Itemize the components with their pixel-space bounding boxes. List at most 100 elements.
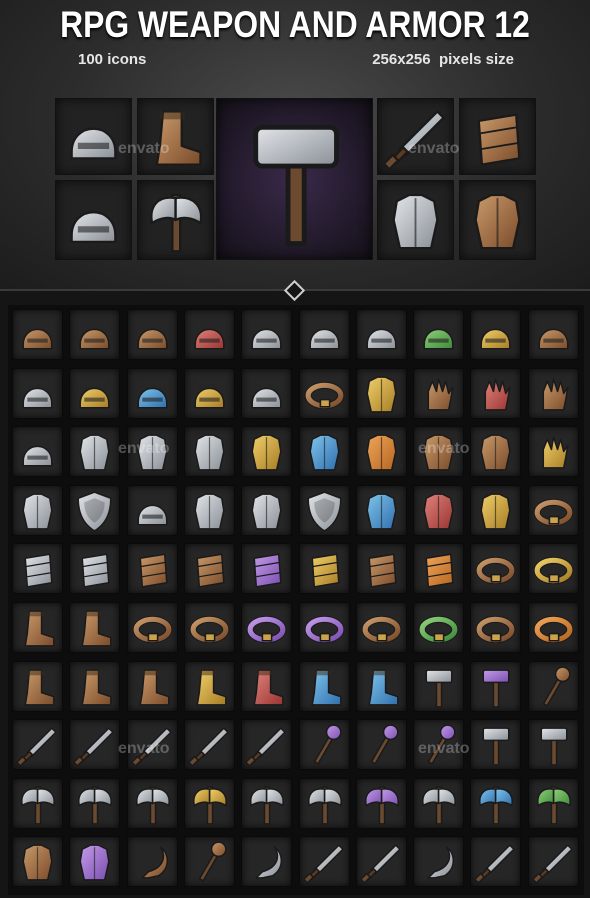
hunter-hat-icon bbox=[69, 309, 121, 360]
leather-chest-icon bbox=[69, 426, 121, 478]
fur-boot-icon bbox=[137, 98, 214, 175]
battle-axe-icon bbox=[126, 777, 178, 829]
leather-band-icon bbox=[470, 543, 522, 595]
gold-knight-helmet-icon bbox=[183, 367, 235, 419]
green-belt-icon bbox=[413, 602, 465, 653]
brown-strap-icon bbox=[355, 602, 407, 653]
gold-shoulder-icon bbox=[470, 484, 522, 536]
goggle-helmet-icon bbox=[355, 309, 407, 360]
throwing-knife-icon bbox=[470, 836, 522, 888]
bracer-icon bbox=[459, 98, 536, 175]
green-hood-icon bbox=[413, 309, 465, 360]
moccasin-icon bbox=[12, 660, 63, 712]
purple-staff-icon bbox=[298, 719, 350, 771]
steel-chest-icon bbox=[126, 426, 178, 478]
round-helmet-icon bbox=[12, 426, 63, 478]
gold-chest-icon bbox=[241, 426, 293, 478]
blue-pauldron-icon bbox=[355, 484, 407, 536]
yellow-glove-icon bbox=[527, 426, 579, 478]
pickaxe-icon bbox=[298, 777, 350, 829]
broad-sword-icon bbox=[126, 719, 178, 771]
short-sword-icon bbox=[12, 719, 63, 771]
horned-helmet-icon bbox=[298, 309, 350, 360]
long-sword-icon bbox=[69, 719, 121, 771]
studded-bracer-icon bbox=[183, 543, 235, 595]
blue-shirt-icon bbox=[298, 426, 350, 478]
spiked-helmet-icon bbox=[55, 180, 132, 260]
top-hat-icon bbox=[126, 309, 178, 360]
dagger-icon bbox=[377, 98, 454, 175]
header-banner: RPG WEAPON AND ARMOR 12 100 icons 256x25… bbox=[0, 0, 590, 290]
backpack-scroll-icon bbox=[459, 180, 536, 260]
serrated-blade-icon bbox=[355, 836, 407, 888]
machete-icon bbox=[298, 836, 350, 888]
slingshot-icon bbox=[527, 660, 579, 712]
sickle-icon bbox=[413, 836, 465, 888]
orange-vest-icon bbox=[355, 426, 407, 478]
claw-gauntlet-icon bbox=[527, 367, 579, 419]
purple-axe-icon bbox=[355, 777, 407, 829]
double-axe-icon bbox=[69, 777, 121, 829]
icon-size-label: 256x256 pixels size bbox=[372, 51, 514, 68]
leather-glove-icon bbox=[413, 367, 465, 419]
page-title: RPG WEAPON AND ARMOR 12 bbox=[60, 4, 530, 45]
orange-bracer-icon bbox=[413, 543, 465, 595]
ring-icon bbox=[527, 484, 579, 536]
crescent-axe-icon bbox=[413, 777, 465, 829]
round-shield-icon bbox=[69, 484, 121, 536]
fur-boot-icon bbox=[126, 660, 178, 712]
scale-armor-icon bbox=[470, 426, 522, 478]
steel-greave-icon bbox=[69, 543, 121, 595]
orange-belt-icon bbox=[527, 602, 579, 653]
steel-axe-icon bbox=[241, 777, 293, 829]
yellow-boot-icon bbox=[183, 660, 235, 712]
horn-icon bbox=[126, 836, 178, 888]
purple-club-icon bbox=[470, 660, 522, 712]
leather-leg-icon bbox=[12, 602, 63, 653]
mace-icon bbox=[413, 660, 465, 712]
showcase-panel bbox=[55, 98, 536, 260]
pink-helmet-icon bbox=[183, 309, 235, 360]
cyan-boot-icon bbox=[355, 660, 407, 712]
leather-belt-armor-icon bbox=[298, 367, 350, 419]
red-glove-icon bbox=[470, 367, 522, 419]
stone-hammer-icon bbox=[470, 719, 522, 771]
pocket-watch-icon bbox=[183, 602, 235, 653]
steel-pauldron-icon bbox=[12, 484, 63, 536]
visor-helmet-icon bbox=[12, 367, 63, 419]
spear-icon bbox=[241, 719, 293, 771]
gold-bracer-icon bbox=[298, 543, 350, 595]
oar-icon bbox=[183, 836, 235, 888]
cleaver-icon bbox=[12, 777, 63, 829]
blue-visor-helmet-icon bbox=[126, 367, 178, 419]
war-hammer-icon bbox=[527, 719, 579, 771]
brown-boot-icon bbox=[69, 660, 121, 712]
cross-sword-icon bbox=[183, 719, 235, 771]
brown-hood-icon bbox=[527, 309, 579, 360]
purple-wand-icon bbox=[355, 719, 407, 771]
chest-armor-icon bbox=[377, 180, 454, 260]
purple-pouch-icon bbox=[69, 836, 121, 888]
gold-axe-icon bbox=[183, 777, 235, 829]
cowboy-boot-icon bbox=[69, 602, 121, 653]
greave-icon bbox=[12, 543, 63, 595]
red-shoulder-icon bbox=[413, 484, 465, 536]
feather-hat-icon bbox=[12, 309, 63, 360]
horseshoe-belt-icon bbox=[470, 602, 522, 653]
leather-bracer-icon bbox=[355, 543, 407, 595]
teal-boot-icon bbox=[298, 660, 350, 712]
backpack-icon bbox=[12, 836, 63, 888]
violet-lantern-icon bbox=[413, 719, 465, 771]
kite-shield-icon bbox=[298, 484, 350, 536]
icon-count-label: 100 icons bbox=[78, 51, 147, 68]
gold-visor-helmet-icon bbox=[69, 367, 121, 419]
steel-helmet-icon bbox=[241, 367, 293, 419]
green-axe-icon bbox=[527, 777, 579, 829]
ornate-dagger-icon bbox=[527, 836, 579, 888]
wrapped-bracer-icon bbox=[126, 543, 178, 595]
gold-helmet-icon bbox=[470, 309, 522, 360]
red-boot-icon bbox=[241, 660, 293, 712]
double-axe-icon bbox=[137, 180, 214, 260]
bronze-armor-icon bbox=[413, 426, 465, 478]
cyan-axe-icon bbox=[470, 777, 522, 829]
